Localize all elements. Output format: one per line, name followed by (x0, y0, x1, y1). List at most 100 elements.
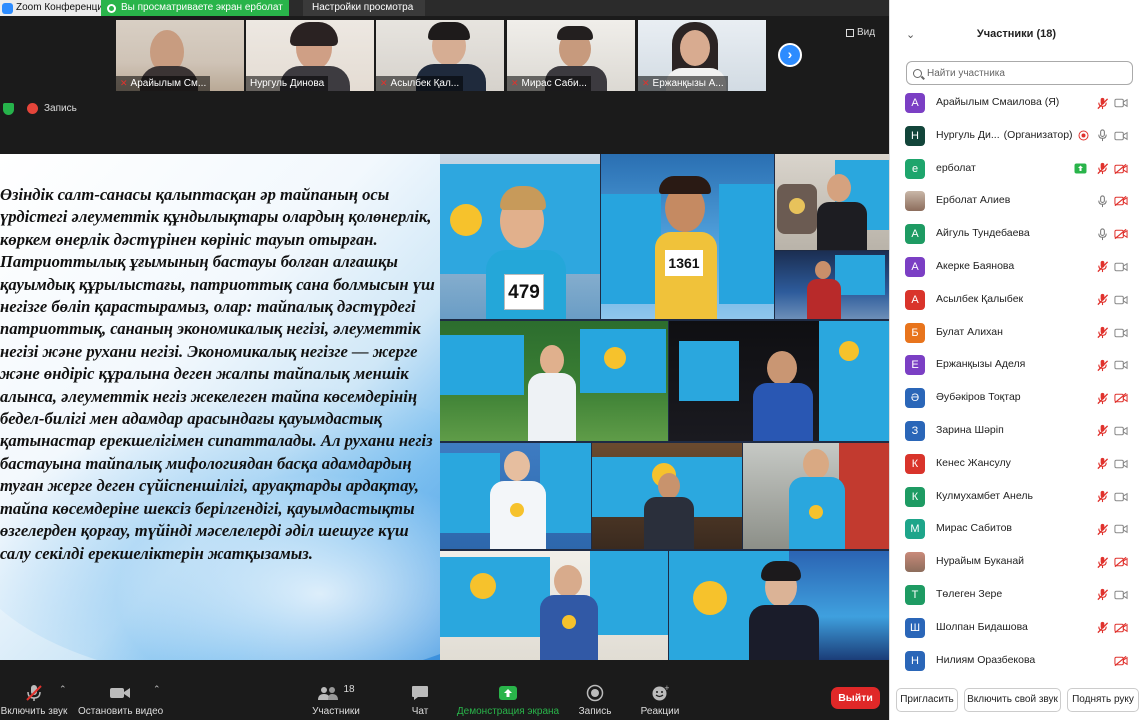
mic-muted-icon[interactable] (1095, 621, 1109, 635)
next-page-arrow-icon[interactable]: › (778, 43, 802, 67)
participant-name-text: Асылбек Қалыбек (936, 292, 1024, 305)
participant-row[interactable]: Н Нургуль Ди... (Организатор) (890, 121, 1142, 154)
mic-muted-icon[interactable] (1095, 490, 1109, 504)
participants-button[interactable]: 18 Участники (306, 682, 366, 718)
participant-list: А Арайылым Смаилова (Я) Н Нургуль Ди... (Орг… (890, 88, 1142, 678)
mic-muted-icon[interactable] (1095, 555, 1109, 569)
video-off-icon[interactable] (1114, 654, 1128, 668)
participant-row[interactable]: М Мирас Сабитов (890, 514, 1142, 547)
chevron-down-icon[interactable]: ⌄ (906, 28, 915, 41)
video-thumbnail[interactable]: Нургуль Динова (246, 20, 374, 91)
chevron-up-icon[interactable]: ⌃ (59, 684, 67, 695)
video-camera-icon[interactable] (1114, 260, 1128, 274)
video-camera-icon[interactable] (1114, 129, 1128, 143)
mic-muted-icon[interactable] (1095, 293, 1109, 307)
share-screen-button[interactable]: Демонстрация экрана (455, 682, 561, 717)
video-off-icon[interactable] (1114, 621, 1128, 635)
search-participants-field[interactable] (906, 61, 1133, 85)
participant-row[interactable]: А Акерке Баянова (890, 252, 1142, 285)
video-camera-icon[interactable] (1114, 522, 1128, 536)
photo-singer-flag (669, 551, 889, 660)
participant-name: Нилиям Оразбекова (936, 654, 1035, 666)
video-camera-icon[interactable] (1114, 588, 1128, 602)
participant-row[interactable]: Е Ержанқызы Аделя (890, 350, 1142, 383)
leave-button[interactable]: Выйти (831, 687, 880, 709)
record-icon (575, 682, 615, 704)
video-camera-icon[interactable] (1114, 326, 1128, 340)
video-off-icon[interactable] (1114, 162, 1128, 176)
video-off-icon[interactable] (1114, 555, 1128, 569)
mic-muted-icon[interactable] (1095, 522, 1109, 536)
avatar (905, 191, 925, 212)
participant-row[interactable]: Нурайым Буканай (890, 547, 1142, 580)
video-camera-icon[interactable] (1114, 358, 1128, 372)
video-off-icon[interactable] (1114, 391, 1128, 405)
video-camera-icon[interactable] (1114, 293, 1128, 307)
video-thumbnail[interactable]: ✕ Асылбек Қал... (376, 20, 504, 91)
panel-footer: Пригласить Включить свой звук Поднять ру… (890, 688, 1142, 714)
participant-row[interactable]: Н Нилиям Оразбекова (890, 646, 1142, 679)
participant-row[interactable]: Ш Шолпан Бидашова (890, 613, 1142, 646)
window-title: Zoom Конференция (0, 0, 113, 16)
participant-role: (Организатор) (1003, 128, 1073, 141)
mic-icon[interactable] (1095, 227, 1109, 241)
panel-header: Участники (18) ⌄ (890, 0, 1142, 52)
mic-muted-icon[interactable] (1095, 260, 1109, 274)
unmute-button[interactable]: Включить звук (0, 682, 68, 717)
reactions-label: Реакции (640, 706, 680, 717)
participant-name: Нургуль Ди... (Организатор) (936, 129, 1073, 141)
participant-row[interactable]: А Асылбек Қалыбек (890, 285, 1142, 318)
mic-muted-icon[interactable] (1095, 326, 1109, 340)
video-camera-icon[interactable] (1114, 490, 1128, 504)
video-thumbnail[interactable]: ✕ Арайылым См... (116, 20, 244, 91)
stop-video-button[interactable]: Остановить видео (78, 682, 163, 717)
avatar: Ә (905, 388, 925, 409)
meeting-toolbar: Включить звук ⌃ Остановить видео ⌃ 18 Уч… (0, 674, 889, 720)
participant-row[interactable]: Б Булат Алихан (890, 318, 1142, 351)
participant-name: Мирас Сабитов (936, 522, 1012, 534)
participant-row[interactable]: К Кенес Жансулу (890, 449, 1142, 482)
participant-row[interactable]: Т Төлеген Зере (890, 580, 1142, 613)
security-shield-icon[interactable] (3, 103, 14, 115)
video-off-icon[interactable] (1114, 194, 1128, 208)
chat-button[interactable]: Чат (404, 682, 436, 717)
avatar (905, 552, 925, 573)
view-options-dropdown[interactable]: Настройки просмотра ⌄ (303, 0, 425, 29)
participant-row[interactable]: А Айгуль Тундебаева (890, 219, 1142, 252)
mic-muted-icon[interactable] (1095, 588, 1109, 602)
mic-muted-icon[interactable] (1095, 162, 1109, 176)
thumbnail-name: Нургуль Динова (250, 78, 325, 89)
participant-name-text: Булат Алихан (936, 325, 1003, 338)
video-thumbnail[interactable]: ✕ Мирас Саби... (507, 20, 635, 91)
search-input[interactable] (927, 67, 1117, 79)
participant-row[interactable]: А Арайылым Смаилова (Я) (890, 88, 1142, 121)
mic-muted-icon[interactable] (1095, 457, 1109, 471)
participant-row[interactable]: Ә Әубәкіров Тоқтар (890, 383, 1142, 416)
video-camera-icon[interactable] (1114, 457, 1128, 471)
mic-muted-icon[interactable] (1095, 358, 1109, 372)
participant-row[interactable]: Ерболат Алиев (890, 186, 1142, 219)
view-button[interactable]: Вид (846, 27, 875, 38)
invite-button[interactable]: Пригласить (896, 688, 958, 712)
mic-icon[interactable] (1095, 129, 1109, 143)
video-camera-icon[interactable] (1114, 424, 1128, 438)
race-bib: 479 (504, 274, 544, 310)
participant-row[interactable]: К Кулмухамбет Анель (890, 482, 1142, 515)
mic-muted-icon[interactable] (1095, 391, 1109, 405)
video-camera-icon[interactable] (1114, 96, 1128, 110)
chevron-up-icon[interactable]: ⌃ (153, 684, 161, 695)
mic-icon[interactable] (1095, 194, 1109, 208)
mic-muted-icon[interactable] (1095, 96, 1109, 110)
reactions-button[interactable]: + Реакции (638, 682, 682, 717)
participant-row[interactable]: е ерболат (890, 154, 1142, 187)
record-button[interactable]: Запись (575, 682, 615, 717)
raise-hand-button[interactable]: Поднять руку (1067, 688, 1139, 712)
unmute-me-button[interactable]: Включить свой звук (964, 688, 1061, 712)
mic-muted-icon[interactable] (1095, 424, 1109, 438)
participant-row[interactable]: З Зарина Шәріп (890, 416, 1142, 449)
participant-name-text: Айгуль Тундебаева (936, 227, 1030, 240)
thumbnail-name: Арайылым См... (130, 78, 207, 89)
video-thumbnail[interactable]: ✕ Ержанқызы А... (638, 20, 766, 91)
participant-name: Шолпан Бидашова (936, 621, 1028, 633)
video-off-icon[interactable] (1114, 227, 1128, 241)
